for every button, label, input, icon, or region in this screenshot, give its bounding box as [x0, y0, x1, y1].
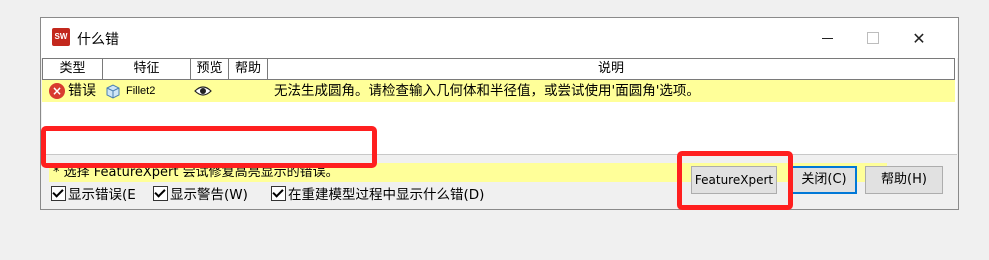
featurexpert-highlight-annotation	[677, 151, 793, 210]
close-icon: ✕	[912, 28, 926, 48]
column-header-help[interactable]: 帮助	[229, 59, 268, 79]
whats-wrong-dialog: SW 什么错 ✕ 类型 特征 预览 帮助 说明 × 错误 Fillet2 无法生…	[40, 17, 959, 210]
solidworks-logo-icon: SW	[52, 28, 70, 46]
checkbox-checked-icon	[51, 186, 66, 201]
close-button[interactable]: 关闭(C)	[791, 166, 857, 194]
show-errors-checkbox[interactable]: 显示错误(E	[51, 185, 136, 205]
show-during-rebuild-label: 在重建模型过程中显示什么错(D)	[288, 187, 485, 203]
window-title: 什么错	[77, 32, 119, 48]
show-during-rebuild-checkbox[interactable]: 在重建模型过程中显示什么错(D)	[271, 185, 484, 205]
error-description: 无法生成圆角。请检查输入几何体和半径值，或尝试使用'面圆角'选项。	[274, 83, 700, 99]
minimize-button[interactable]	[804, 18, 850, 58]
maximize-icon	[867, 32, 879, 44]
show-warnings-label: 显示警告(W)	[170, 187, 248, 203]
checkbox-checked-icon	[153, 186, 168, 201]
column-header-feature[interactable]: 特征	[103, 59, 191, 79]
fillet-feature-icon	[106, 84, 120, 99]
minimize-icon	[821, 37, 833, 39]
error-icon: ×	[49, 83, 65, 99]
checkbox-checked-icon	[271, 186, 286, 201]
column-header-preview[interactable]: 预览	[191, 59, 229, 79]
help-button[interactable]: 帮助(H)	[865, 166, 943, 194]
error-list-header: 类型 特征 预览 帮助 说明	[42, 58, 955, 80]
close-window-button[interactable]: ✕	[896, 18, 942, 58]
column-header-type[interactable]: 类型	[43, 59, 103, 79]
title-bar: SW 什么错 ✕	[41, 18, 958, 58]
error-type: 错误	[68, 83, 96, 99]
eye-preview-icon[interactable]	[194, 84, 212, 98]
maximize-button[interactable]	[850, 18, 896, 58]
show-errors-label: 显示错误(E	[68, 187, 136, 203]
show-warnings-checkbox[interactable]: 显示警告(W)	[153, 185, 248, 205]
error-row[interactable]: × 错误 Fillet2 无法生成圆角。请检查输入几何体和半径值，或尝试使用'面…	[42, 80, 955, 102]
hint-highlight-annotation	[41, 126, 377, 168]
feature-name: Fillet2	[126, 85, 156, 97]
column-header-description[interactable]: 说明	[268, 59, 954, 79]
